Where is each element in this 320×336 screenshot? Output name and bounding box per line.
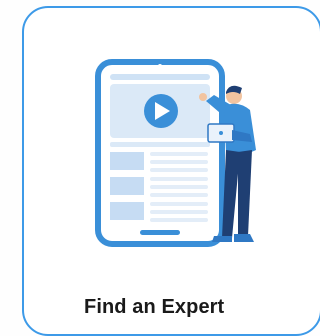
card-title: Find an Expert <box>84 296 225 318</box>
find-an-expert-card[interactable] <box>22 6 320 336</box>
